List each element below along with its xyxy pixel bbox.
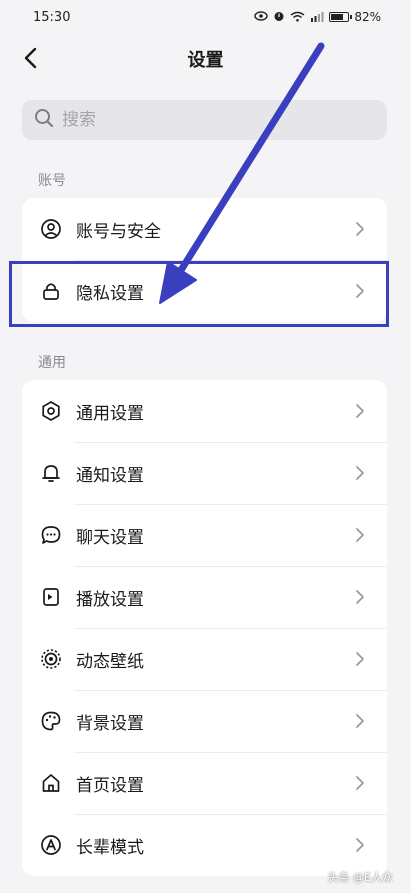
chevron-right-icon [349, 462, 371, 484]
chevron-left-icon [23, 47, 37, 73]
alarm-icon [273, 10, 285, 24]
settings-item-label: 背景设置 [76, 713, 144, 734]
wifi-icon [290, 11, 305, 24]
page-title: 设置 [187, 50, 224, 71]
settings-item-label: 播放设置 [76, 589, 144, 610]
battery-icon [329, 12, 353, 22]
play-device-icon [40, 586, 62, 608]
battery-level: 82% [354, 10, 381, 24]
search-bar[interactable] [22, 100, 387, 140]
settings-item-chat[interactable]: 聊天设置 [22, 504, 387, 566]
live-wallpaper-icon [40, 648, 62, 670]
section-label-account: 账号 [38, 173, 66, 189]
settings-item-label: 通知设置 [76, 465, 144, 486]
chevron-right-icon [349, 710, 371, 732]
chevron-right-icon [349, 586, 371, 608]
status-bar: 15:30 82% [0, 0, 411, 34]
settings-item-live-wallpaper[interactable]: 动态壁纸 [22, 628, 387, 690]
section-label-general: 通用 [38, 355, 66, 371]
account-card: 账号与安全 隐私设置 [22, 198, 387, 322]
general-card: 通用设置 通知设置 聊天设置 播放设置 动态壁纸 背景设置 首页设置 长辈模式 [22, 380, 387, 876]
settings-item-label: 通用设置 [76, 403, 144, 424]
palette-icon [40, 710, 62, 732]
chat-bubble-icon [40, 524, 62, 546]
bell-icon [40, 462, 62, 484]
chevron-right-icon [349, 648, 371, 670]
settings-item-label: 首页设置 [76, 775, 144, 796]
settings-item-label: 聊天设置 [76, 527, 144, 548]
lock-icon [40, 280, 62, 302]
chevron-right-icon [349, 524, 371, 546]
chevron-right-icon [349, 280, 371, 302]
gear-icon [40, 400, 62, 422]
eye-icon [254, 11, 269, 23]
chevron-right-icon [349, 218, 371, 240]
settings-item-elder-mode[interactable]: 长辈模式 [22, 814, 387, 876]
settings-item-account-security[interactable]: 账号与安全 [22, 198, 387, 260]
page-header: 设置 [0, 38, 411, 80]
settings-item-label: 账号与安全 [76, 221, 161, 242]
signal-icon [310, 11, 324, 24]
status-time: 15:30 [33, 9, 71, 25]
chevron-right-icon [349, 772, 371, 794]
status-icons: 82% [254, 10, 381, 24]
settings-item-label: 长辈模式 [76, 837, 144, 858]
elder-mode-icon [40, 834, 62, 856]
settings-item-label: 隐私设置 [76, 283, 144, 304]
settings-item-label: 动态壁纸 [76, 651, 144, 672]
watermark: 头条 @E人众 [327, 871, 393, 884]
settings-item-notifications[interactable]: 通知设置 [22, 442, 387, 504]
search-input[interactable] [62, 110, 362, 130]
settings-item-playback[interactable]: 播放设置 [22, 566, 387, 628]
settings-item-general[interactable]: 通用设置 [22, 380, 387, 442]
settings-item-background[interactable]: 背景设置 [22, 690, 387, 752]
user-circle-icon [40, 218, 62, 240]
settings-item-privacy[interactable]: 隐私设置 [22, 260, 387, 322]
settings-item-home[interactable]: 首页设置 [22, 752, 387, 814]
search-icon [34, 108, 54, 132]
chevron-right-icon [349, 834, 371, 856]
back-button[interactable] [16, 46, 44, 74]
home-icon [40, 772, 62, 794]
chevron-right-icon [349, 400, 371, 422]
